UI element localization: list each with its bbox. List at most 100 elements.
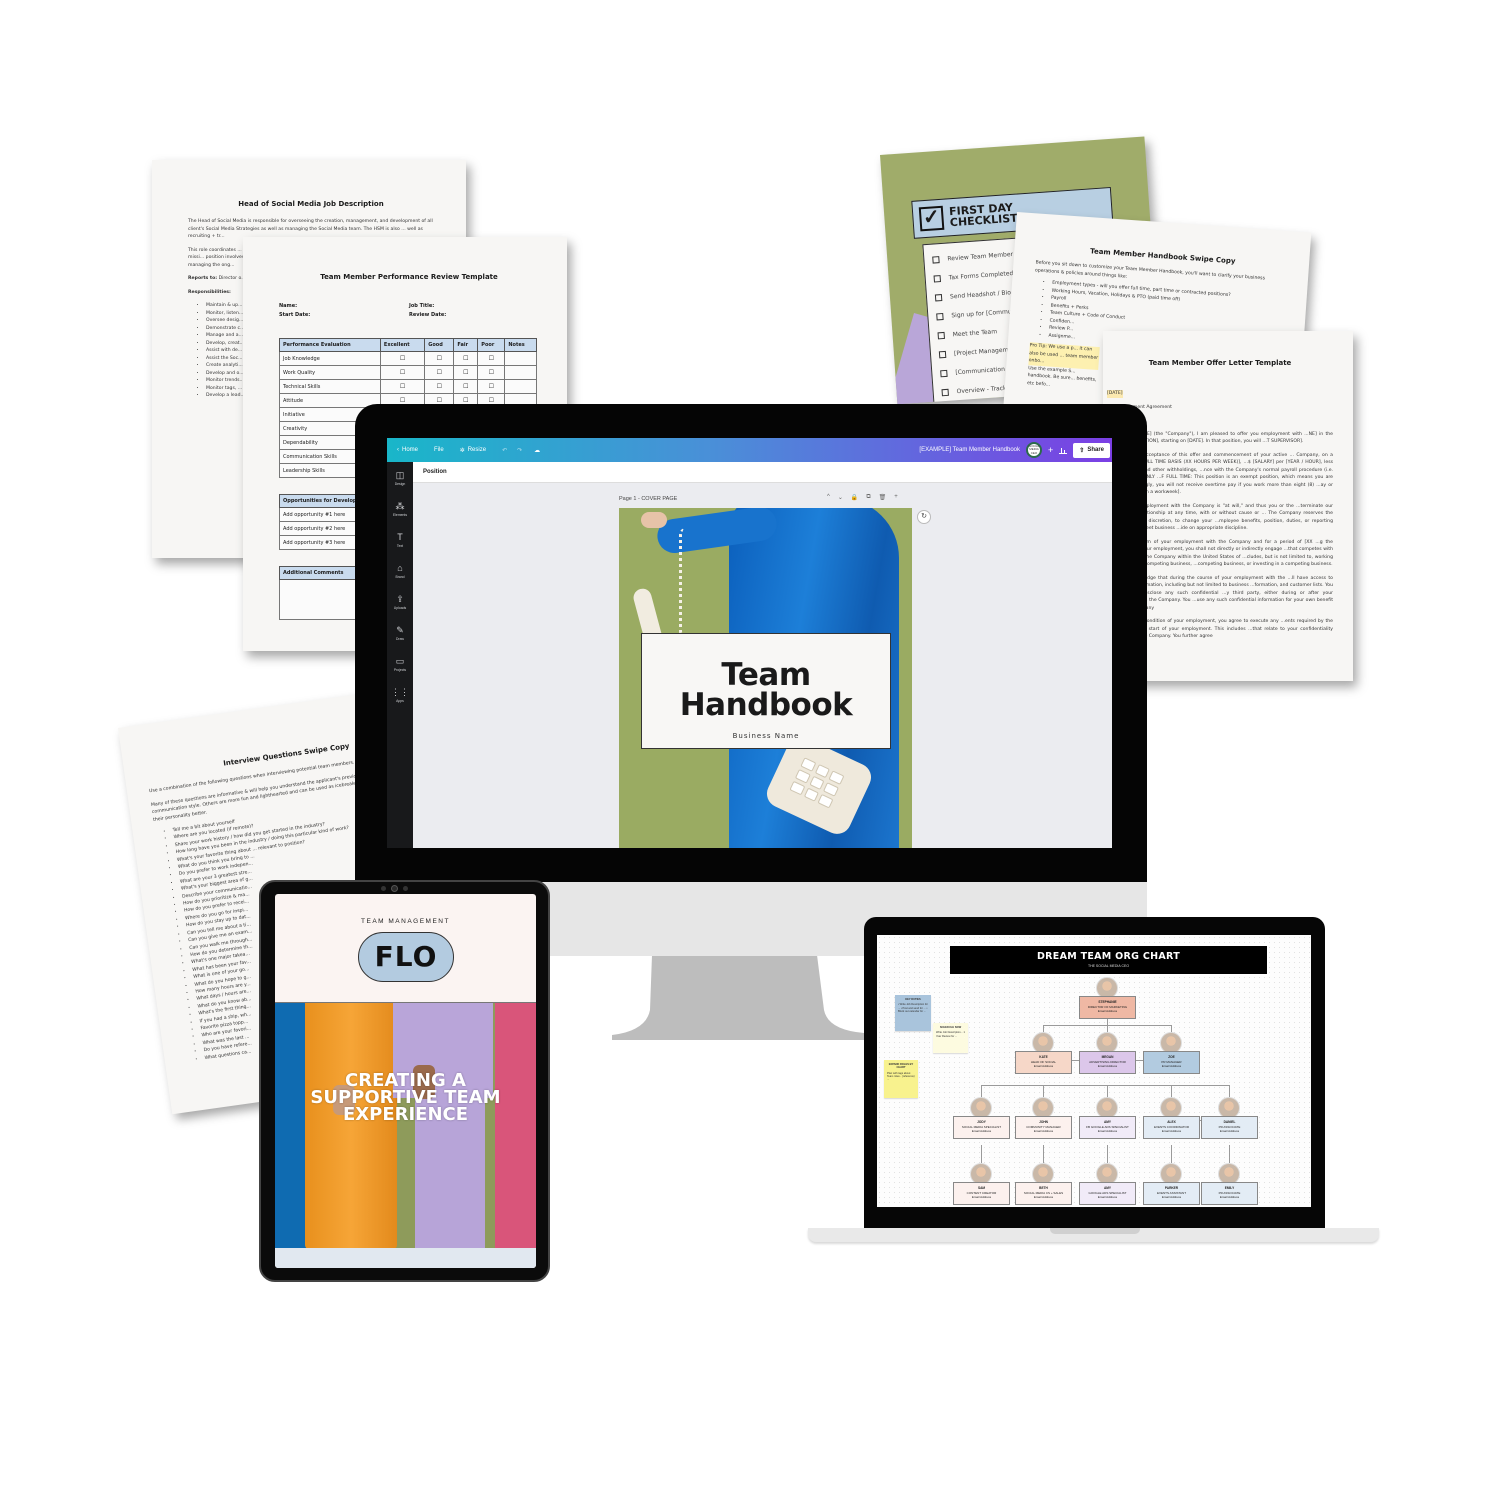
resize-icon: ✲ — [459, 447, 465, 454]
sticky-note-body: Write Job Description... 1 Year Review f… — [936, 1031, 965, 1038]
row-label: Attitude — [279, 393, 381, 408]
offer-date: [DATE] — [1107, 390, 1123, 398]
meta-start-date: Start Date: — [279, 312, 311, 318]
sidebar-item-text[interactable]: T Text — [387, 524, 413, 555]
cover-title-box[interactable]: Team Handbook Business Name — [641, 633, 891, 749]
rating-checkbox[interactable]: ☐ — [379, 379, 426, 394]
org-node[interactable]: AMY GOOGLE ADS SPECIALIST Email Address — [1079, 1182, 1136, 1205]
move-up-icon[interactable]: ^ — [827, 494, 830, 501]
add-collaborator-icon[interactable]: + — [1048, 445, 1053, 455]
rating-checkbox[interactable]: ☐ — [453, 379, 479, 394]
rating-checkbox[interactable]: ☐ — [477, 351, 506, 366]
sidebar-item-brand[interactable]: ⌂ Brand — [387, 555, 413, 586]
headline-line3: EXPERIENCE — [342, 1104, 469, 1125]
org-node[interactable]: BETH SOCIAL MEDIA CS + SALES Email Address — [1015, 1182, 1072, 1205]
sidebar-item-draw[interactable]: ✎ Draw — [387, 617, 413, 648]
cover-business-name: Business Name — [732, 732, 800, 740]
org-node[interactable]: MEGAN ADVERTISING DIRECTOR Email Address — [1079, 1051, 1136, 1074]
tablet-kicker: TEAM MANAGEMENT — [361, 918, 450, 925]
rating-checkbox[interactable]: ☐ — [477, 379, 506, 394]
home-button[interactable]: ‹ Home — [397, 447, 418, 453]
duplicate-icon[interactable]: ⧉ — [866, 494, 870, 501]
meta-job-title: Job Title: — [409, 303, 435, 309]
lock-icon[interactable]: 🔒 — [851, 494, 858, 501]
refresh-icon[interactable]: ↻ — [917, 510, 931, 524]
flo-logo: FLO — [358, 932, 454, 982]
laptop-notch — [1050, 1228, 1140, 1234]
connector-line — [1135, 1060, 1143, 1061]
job-description-title: Head of Social Media Job Description — [238, 200, 384, 208]
redo-icon[interactable]: ↷ — [517, 447, 522, 454]
sidebar-item-label: Uploads — [393, 605, 407, 610]
sidebar-item-projects[interactable]: ▭ Projects — [387, 648, 413, 679]
rating-checkbox[interactable]: ☐ — [453, 365, 479, 380]
checkbox-icon[interactable] — [937, 331, 945, 340]
org-node[interactable]: STEPHANIE DIRECTOR OF MARKETING Email Addr… — [1079, 996, 1136, 1019]
sidebar-item-uploads[interactable]: ⇪ Uploads — [387, 586, 413, 617]
sidebar-item-label: Text — [396, 543, 404, 548]
checkbox-icon[interactable] — [941, 388, 949, 397]
org-node[interactable]: DANIEL PR ASSOCIATE Email Address — [1201, 1116, 1258, 1139]
sticky-note[interactable]: KEY DUTIES • Write Job Description for ..… — [895, 995, 931, 1031]
performance-review-title: Team Member Performance Review Template — [320, 273, 498, 281]
file-menu[interactable]: File — [434, 447, 444, 453]
page-label[interactable]: Page 1 - COVER PAGE — [619, 496, 677, 502]
sidebar-item-apps[interactable]: ⋮⋮ Apps — [387, 679, 413, 710]
org-node[interactable]: JOHN COMMUNITY MANAGER Email Address — [1015, 1116, 1072, 1139]
swipe-copy-outro: Use the example S... handbook. Be sure..… — [1026, 365, 1097, 388]
delete-icon[interactable]: 🗑 — [879, 494, 887, 501]
connector-line — [1043, 1145, 1044, 1163]
rating-checkbox[interactable]: ☐ — [477, 365, 506, 380]
node-email: Email Address — [1161, 1064, 1182, 1068]
org-node[interactable]: ALEX EVENTS COORDINATOR Email Address — [1143, 1116, 1200, 1139]
reports-to-label: Reports to: — [188, 276, 218, 281]
org-node[interactable]: JODY SOCIAL MEDIA SPECIALIST Email Address — [953, 1116, 1010, 1139]
cloud-save-icon[interactable]: ☁ — [534, 447, 540, 454]
org-node[interactable]: AMY FB GOOGLE ADS SPECIALIST Email Address — [1079, 1116, 1136, 1139]
cover-page[interactable]: Team Handbook Business Name — [619, 508, 912, 848]
org-node[interactable]: ZOE PR MANAGER Email Address — [1143, 1051, 1200, 1074]
node-email: Email Address — [1097, 1129, 1118, 1133]
table-row: Work Quality ☐ ☐ ☐ ☐ — [279, 365, 537, 380]
resize-button[interactable]: ✲ Resize — [460, 447, 486, 454]
rating-checkbox[interactable]: ☐ — [379, 351, 426, 366]
rating-checkbox[interactable]: ☐ — [453, 351, 479, 366]
node-email: Email Address — [1097, 1195, 1118, 1199]
position-bar: Position — [413, 462, 1112, 483]
add-page-icon[interactable]: + — [894, 494, 898, 501]
insights-icon[interactable] — [1059, 447, 1068, 454]
rating-checkbox[interactable]: ☐ — [424, 351, 455, 366]
rating-checkbox[interactable]: ☐ — [379, 365, 426, 380]
checkbox-icon[interactable] — [934, 294, 943, 302]
checkbox-icon[interactable] — [932, 256, 940, 264]
checkbox-icon[interactable] — [936, 312, 944, 321]
sticky-note[interactable]: EXPAND ROLES BY CHART Plan with tags abou… — [884, 1060, 918, 1098]
org-node[interactable]: SAM CONTENT CREATOR Email Address — [953, 1182, 1010, 1205]
share-button[interactable]: ⇧ Share — [1073, 442, 1110, 458]
undo-icon[interactable]: ↶ — [502, 447, 507, 454]
document-title[interactable]: [EXAMPLE] Team Member Handbook — [919, 447, 1020, 453]
notes-cell[interactable] — [504, 365, 537, 380]
position-button[interactable]: Position — [423, 469, 447, 475]
checkbox-icon[interactable] — [938, 350, 947, 359]
org-node[interactable]: EMILY PR ASSOCIATE Email Address — [1201, 1182, 1258, 1205]
org-node[interactable]: PARKER EVENTS ASSISTANT Email Address — [1143, 1182, 1200, 1205]
checkbox-icon[interactable] — [933, 275, 942, 283]
sidebar-item-elements[interactable]: ⁂ Elements — [387, 493, 413, 524]
move-down-icon[interactable]: ⌄ — [838, 494, 843, 501]
tablet-device: TEAM MANAGEMENT FLO CREATING A SUPPORTIV… — [259, 880, 550, 1282]
notes-cell[interactable] — [504, 379, 537, 394]
sidebar-item-design[interactable]: ◫ Design — [387, 462, 413, 493]
rating-checkbox[interactable]: ☐ — [424, 379, 455, 394]
row-label: Job Knowledge — [279, 351, 381, 366]
org-chart-title: DREAM TEAM ORG CHART — [1036, 951, 1181, 962]
sidebar-item-label: Draw — [396, 636, 404, 641]
node-email: Email Address — [1219, 1195, 1240, 1199]
notes-cell[interactable] — [504, 351, 537, 366]
sticky-note[interactable]: SCHEDULE NOW Write Job Description... 1 Y… — [933, 1023, 968, 1053]
cover-title: Team Handbook — [642, 660, 890, 721]
rating-checkbox[interactable]: ☐ — [424, 365, 455, 380]
org-node[interactable]: KATE HEAD OF SOCIAL Email Address — [1015, 1051, 1072, 1074]
user-avatar[interactable]: SOCIAL MEDIA CEO — [1026, 442, 1043, 458]
checkbox-icon[interactable] — [940, 369, 948, 378]
